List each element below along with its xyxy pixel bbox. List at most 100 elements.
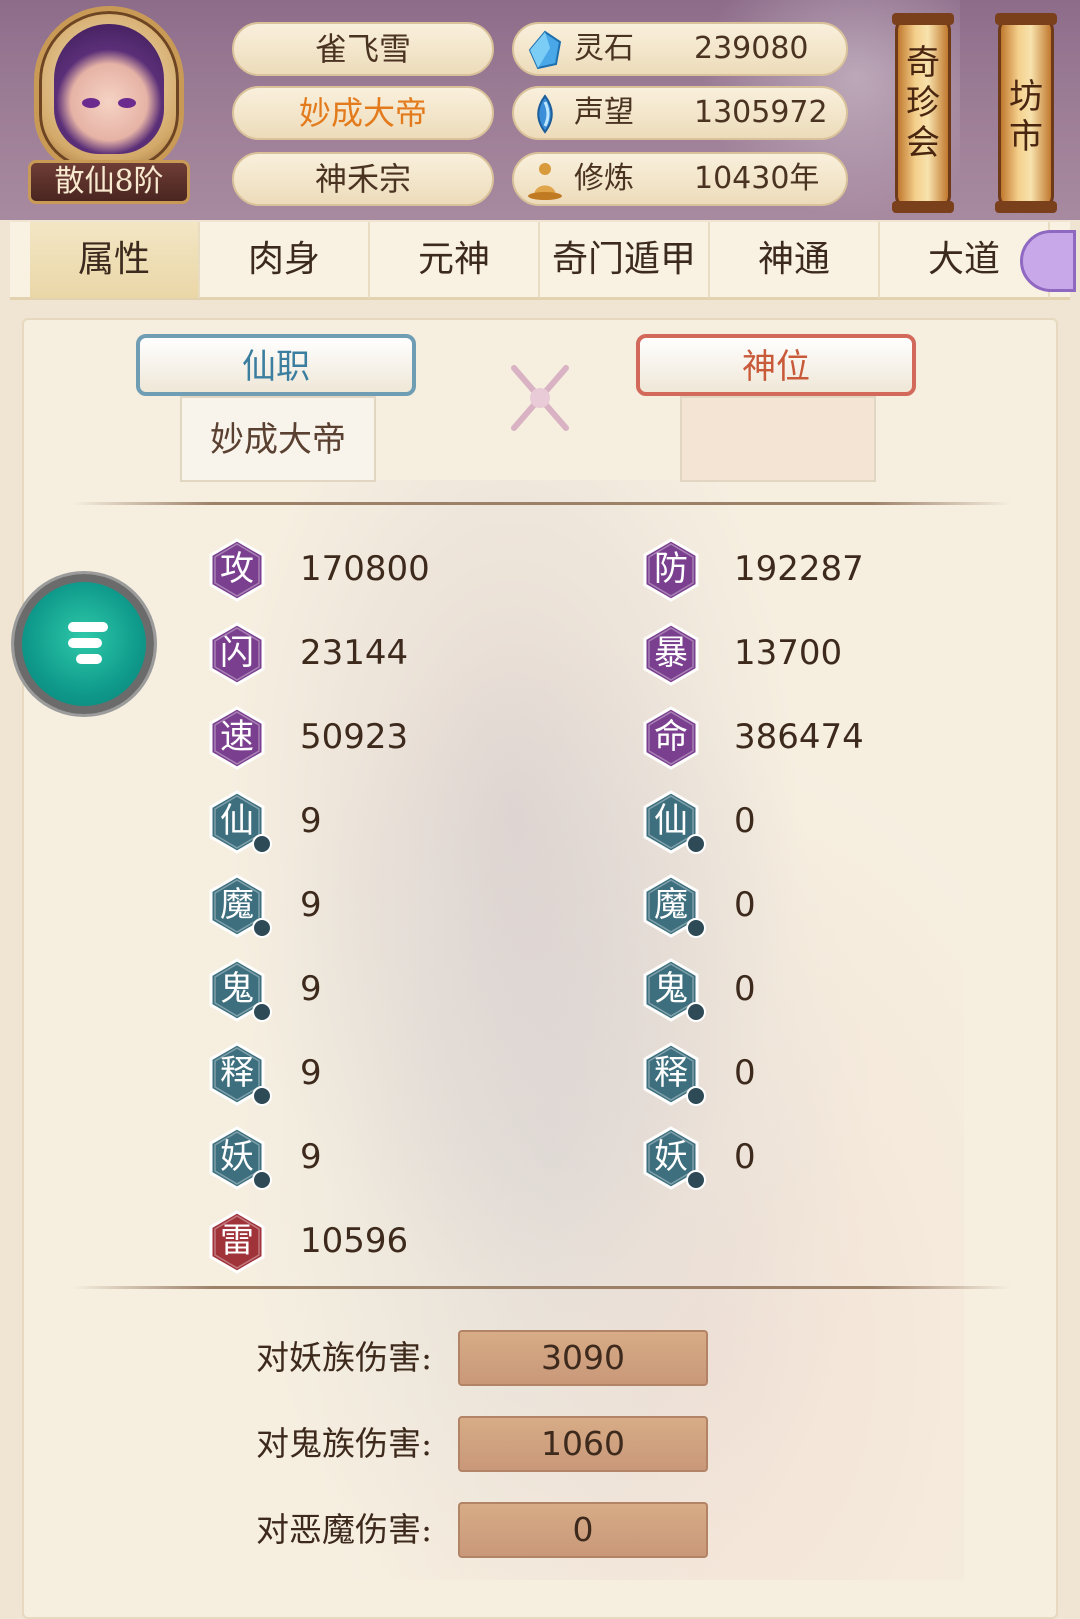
info-dot-icon[interactable] (252, 918, 272, 938)
stat-row: 妖0 (642, 1122, 962, 1192)
stat-hexagon-icon: 防 (642, 538, 700, 602)
player-title: 妙成大帝 (232, 86, 494, 140)
tab-attributes[interactable]: 属性 (30, 222, 200, 298)
resource-value: 10430年 (694, 161, 820, 196)
stat-row: 鬼0 (642, 954, 962, 1024)
stat-value: 10596 (300, 1221, 409, 1261)
stat-hexagon-icon: 命 (642, 706, 700, 770)
stat-row: 攻 170800 (208, 534, 528, 604)
stat-value: 9 (300, 885, 322, 925)
stat-row: 妖9 (208, 1122, 528, 1192)
fairy-job-card[interactable]: 仙职 妙成大帝 (136, 334, 416, 484)
info-dot-icon[interactable] (686, 1002, 706, 1022)
damage-value: 3090 (458, 1330, 708, 1386)
stat-char: 暴 (654, 633, 688, 673)
treasure-fair-button[interactable]: 奇珍会 (892, 13, 954, 213)
attribute-tabs: 属性 肉身 元神 奇门遁甲 神通 大道 (10, 222, 1076, 300)
stat-char: 雷 (220, 1221, 254, 1261)
stat-value: 9 (300, 969, 322, 1009)
stat-row: 魔9 (208, 870, 528, 940)
avatar-eye (118, 98, 136, 108)
damage-vs-demon-row: 对妖族伤害: 3090 (256, 1330, 756, 1386)
stat-row: 暴 13700 (642, 618, 962, 688)
menu-bar (68, 638, 102, 648)
resource-fame: 声望 1305972 (512, 86, 848, 140)
section-divider (72, 1286, 1012, 1289)
spirit-stone-icon (528, 30, 562, 70)
stat-value: 0 (734, 885, 756, 925)
resource-value: 1305972 (694, 95, 828, 130)
stat-char: 攻 (220, 549, 254, 589)
stat-value: 13700 (734, 633, 843, 673)
tab-scroll-handle[interactable] (1020, 230, 1076, 292)
meditation-icon (528, 163, 562, 200)
resource-value: 239080 (694, 31, 809, 66)
stat-row: 鬼9 (208, 954, 528, 1024)
tab-spirit[interactable]: 元神 (370, 222, 540, 298)
damage-label: 对鬼族伤害: (256, 1424, 433, 1463)
divine-rank-card[interactable]: 神位 (636, 334, 916, 484)
stat-value: 9 (300, 1137, 322, 1177)
avatar-portrait (54, 24, 164, 154)
tab-qimen[interactable]: 奇门遁甲 (540, 222, 710, 298)
stat-char: 防 (654, 549, 688, 589)
stat-char: 闪 (220, 633, 254, 673)
stat-row: 魔0 (642, 870, 962, 940)
divine-rank-value (680, 396, 876, 482)
stat-value: 9 (300, 801, 322, 841)
market-button[interactable]: 坊市 (995, 13, 1057, 213)
info-dot-icon[interactable] (252, 1086, 272, 1106)
divine-rank-label: 神位 (636, 334, 916, 396)
avatar[interactable]: 散仙8阶 (28, 6, 190, 204)
stat-value: 50923 (300, 717, 409, 757)
resource-label: 修炼 (574, 161, 634, 196)
stat-row: 防 192287 (642, 534, 962, 604)
stat-char: 命 (654, 717, 688, 757)
menu-bar (68, 622, 108, 632)
resource-spirit-stone: 灵石 239080 (512, 22, 848, 76)
stat-value: 0 (734, 1053, 756, 1093)
tab-powers[interactable]: 神通 (710, 222, 880, 298)
stat-row: 雷 10596 (208, 1206, 528, 1276)
stat-hexagon-icon: 速 (208, 706, 266, 770)
damage-vs-evil-row: 对恶魔伤害: 0 (256, 1502, 756, 1558)
rank-badge: 散仙8阶 (28, 160, 190, 204)
info-dot-icon[interactable] (686, 918, 706, 938)
menu-bar (76, 654, 102, 664)
info-dot-icon[interactable] (252, 1002, 272, 1022)
stat-row: 仙9 (208, 786, 528, 856)
stat-row: 释9 (208, 1038, 528, 1108)
info-dot-icon[interactable] (252, 834, 272, 854)
info-dot-icon[interactable] (686, 1086, 706, 1106)
stat-hexagon-icon: 暴 (642, 622, 700, 686)
attributes-panel: 仙职 妙成大帝 神位 对妖族伤害: 3090 对鬼族伤害: 1060 对恶魔伤害… (22, 318, 1058, 1619)
stat-row: 命 386474 (642, 702, 962, 772)
tab-body[interactable]: 肉身 (200, 222, 370, 298)
stat-value: 170800 (300, 549, 430, 589)
stat-char: 速 (220, 717, 254, 757)
damage-vs-ghost-row: 对鬼族伤害: 1060 (256, 1416, 756, 1472)
stat-hexagon-icon: 闪 (208, 622, 266, 686)
stat-value: 9 (300, 1053, 322, 1093)
stat-row: 仙0 (642, 786, 962, 856)
info-dot-icon[interactable] (686, 1170, 706, 1190)
info-dot-icon[interactable] (686, 834, 706, 854)
stat-value: 386474 (734, 717, 864, 757)
damage-value: 0 (458, 1502, 708, 1558)
stat-value: 23144 (300, 633, 409, 673)
stat-hexagon-icon: 雷 (208, 1210, 266, 1274)
crossed-swords-icon (511, 365, 569, 431)
section-divider (72, 502, 1012, 505)
damage-label: 对恶魔伤害: (256, 1510, 433, 1549)
fame-icon (537, 94, 553, 134)
stat-row: 速 50923 (208, 702, 528, 772)
stat-value: 0 (734, 1137, 756, 1177)
damage-value: 1060 (458, 1416, 708, 1472)
resource-label: 灵石 (574, 31, 634, 66)
floating-menu-button[interactable] (14, 574, 154, 714)
stat-value: 192287 (734, 549, 864, 589)
resource-label: 声望 (574, 95, 634, 130)
damage-label: 对妖族伤害: (256, 1338, 433, 1377)
avatar-eye (82, 98, 100, 108)
info-dot-icon[interactable] (252, 1170, 272, 1190)
